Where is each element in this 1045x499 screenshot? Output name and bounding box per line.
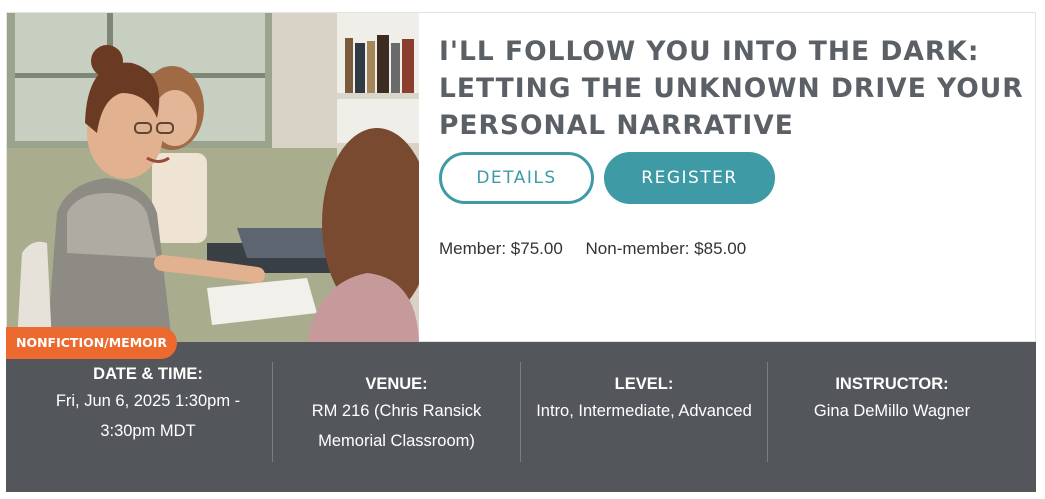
category-badge: NONFICTION/MEMOIR <box>6 327 178 359</box>
date-label: DATE & TIME: <box>93 365 203 383</box>
venue-column: VENUE: RM 216 (Chris Ransick Memorial Cl… <box>273 372 520 472</box>
level-label: LEVEL: <box>614 375 674 393</box>
level-column: LEVEL: Intro, Intermediate, Advanced <box>521 372 767 472</box>
pricing: Member: $75.00 Non-member: $85.00 <box>439 239 746 259</box>
event-title: I'LL FOLLOW YOU INTO THE DARK: LETTING T… <box>439 36 1024 141</box>
event-card: I'LL FOLLOW YOU INTO THE DARK: LETTING T… <box>6 12 1036 492</box>
event-photo <box>7 13 419 343</box>
event-header: I'LL FOLLOW YOU INTO THE DARK: LETTING T… <box>6 12 1036 343</box>
event-info-bar: DATE & TIME: Fri, Jun 6, 2025 1:30pm - 3… <box>6 342 1036 492</box>
instructor-column: INSTRUCTOR: Gina DeMillo Wagner <box>768 372 1016 472</box>
level-value: Intro, Intermediate, Advanced <box>536 402 752 420</box>
instructor-value: Gina DeMillo Wagner <box>813 402 971 420</box>
venue-value: RM 216 (Chris Ransick Memorial Classroom… <box>311 402 482 450</box>
register-button[interactable]: REGISTER <box>604 152 775 204</box>
date-value: Fri, Jun 6, 2025 1:30pm - 3:30pm MDT <box>55 392 241 440</box>
venue-label: VENUE: <box>365 375 428 393</box>
instructor-label: INSTRUCTOR: <box>835 375 949 393</box>
date-time-column: DATE & TIME: Fri, Jun 6, 2025 1:30pm - 3… <box>24 362 272 462</box>
member-price: Member: $75.00 <box>439 239 563 258</box>
details-button[interactable]: DETAILS <box>439 152 594 204</box>
non-member-price: Non-member: $85.00 <box>585 239 747 258</box>
